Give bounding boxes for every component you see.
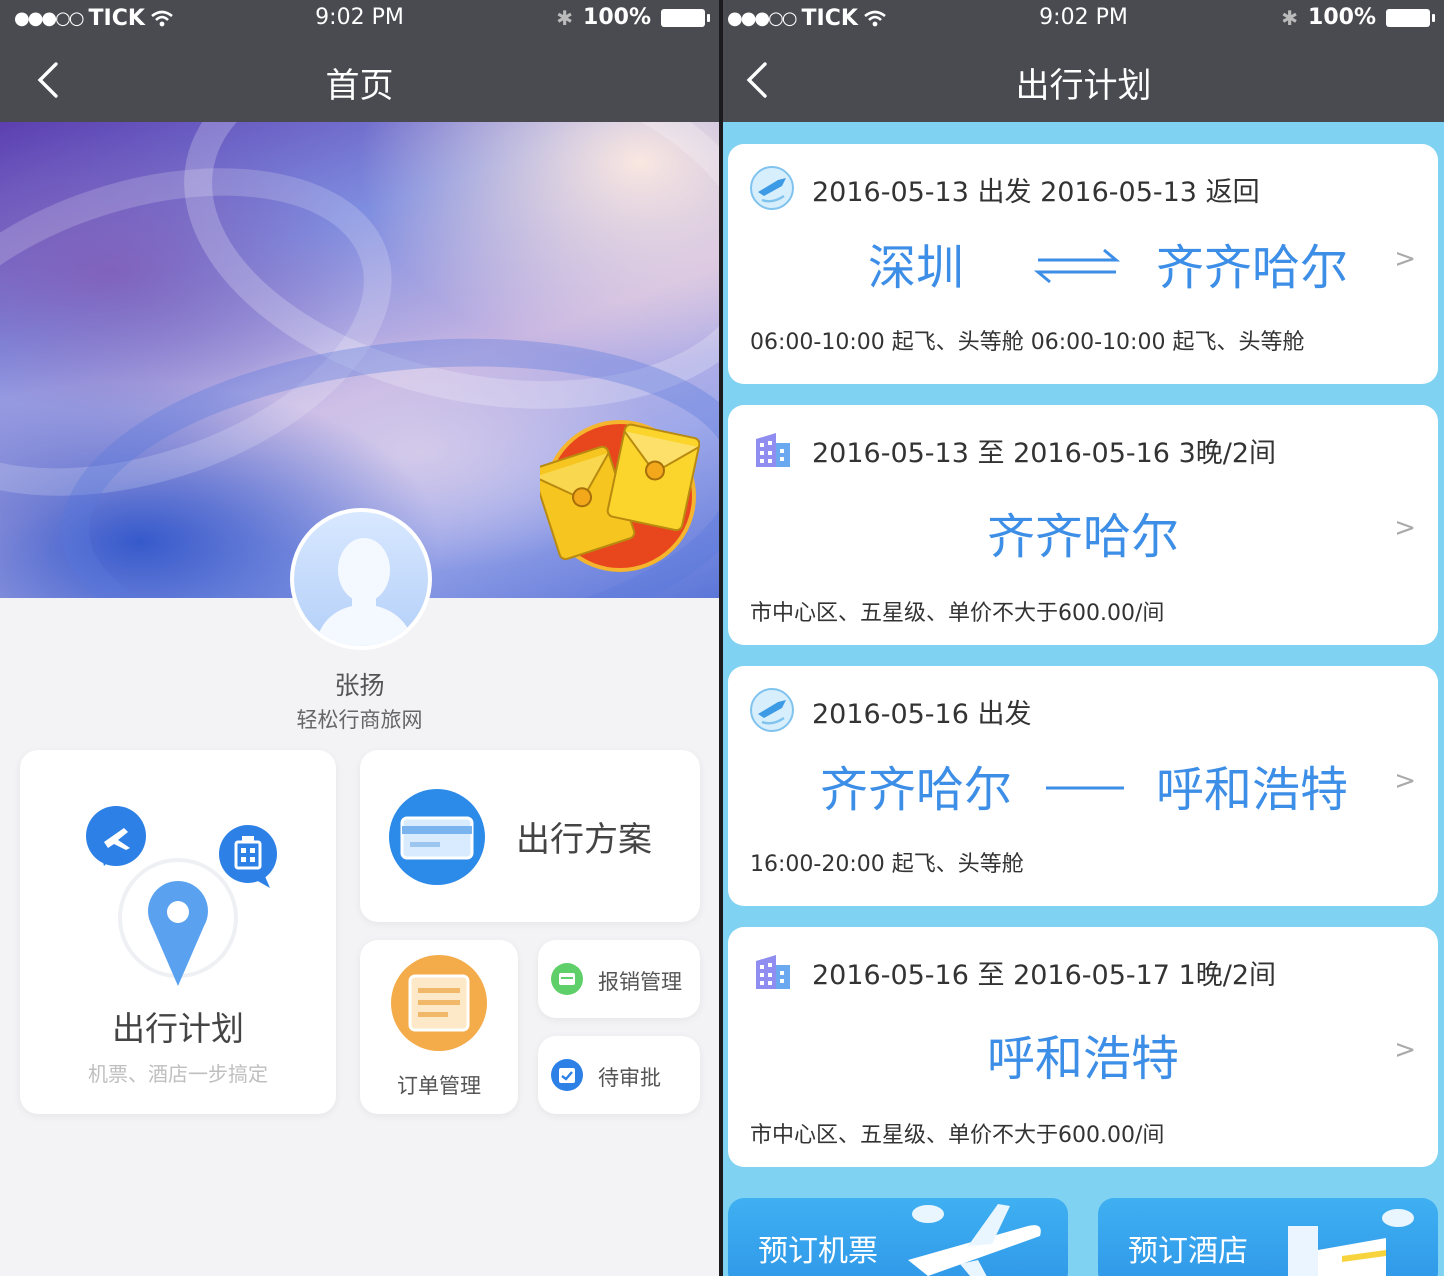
chevron-right-icon: > bbox=[1394, 766, 1416, 796]
airplane-icon bbox=[908, 1204, 1041, 1276]
hotel-icon bbox=[756, 433, 790, 467]
pending-approval-tile[interactable]: 待审批 bbox=[538, 1036, 700, 1114]
expense-management-tile[interactable]: 报销管理 bbox=[538, 940, 700, 1018]
travel-plan-screen: ●●●○○ TICK 9:02 PM ✱ 100% 出行计划 2016-05-1… bbox=[723, 0, 1444, 1276]
orders-icon bbox=[391, 955, 487, 1051]
hotel-requirements: 市中心区、五星级、单价不大于600.00/间 bbox=[750, 1123, 1165, 1148]
chevron-right-icon: > bbox=[1394, 244, 1416, 274]
order-management-label: 订单管理 bbox=[397, 1074, 481, 1098]
battery-icon bbox=[661, 8, 710, 27]
user-company: 轻松行商旅网 bbox=[296, 708, 423, 732]
travel-plan-title: 出行计划 bbox=[112, 1009, 244, 1048]
book-flight-button[interactable]: 预订机票 bbox=[728, 1198, 1068, 1276]
trip-destination: 呼和浩特 bbox=[1156, 762, 1349, 818]
approval-icon bbox=[551, 1059, 583, 1091]
trip-dates: 2016-05-16 出发 bbox=[812, 699, 1032, 730]
plane-icon bbox=[750, 166, 794, 210]
battery-icon bbox=[1386, 8, 1435, 27]
hotel-bubble-icon bbox=[219, 825, 277, 888]
stay-dates: 2016-05-13 至 2016-05-16 3晚/2间 bbox=[812, 438, 1277, 469]
hotel-city: 齐齐哈尔 bbox=[986, 509, 1179, 565]
travel-plan-tile[interactable]: 出行计划 机票、酒店一步搞定 bbox=[20, 750, 336, 1114]
travel-scheme-tile[interactable]: 出行方案 bbox=[360, 750, 700, 922]
status-bar: ●●●○○ TICK 9:02 PM ✱ 100% bbox=[0, 0, 719, 38]
round-trip-arrows-icon bbox=[1034, 248, 1120, 284]
trip-origin: 深圳 bbox=[868, 240, 965, 296]
status-bar: ●●●○○ TICK 9:02 PM ✱ 100% bbox=[723, 0, 1444, 38]
book-hotel-button[interactable]: 预订酒店 bbox=[1098, 1198, 1438, 1276]
plan-illustration bbox=[86, 806, 277, 986]
chevron-right-icon: > bbox=[1394, 513, 1416, 543]
book-flight-label: 预订机票 bbox=[758, 1234, 878, 1269]
travel-scheme-label: 出行方案 bbox=[516, 820, 652, 860]
chevron-right-icon: > bbox=[1394, 1035, 1416, 1065]
plane-bubble-icon bbox=[86, 806, 146, 866]
trip-card-hotel[interactable]: 2016-05-13 至 2016-05-16 3晚/2间 齐齐哈尔 > 市中心… bbox=[728, 405, 1438, 645]
book-hotel-label: 预订酒店 bbox=[1128, 1234, 1248, 1269]
trip-card-hotel[interactable]: 2016-05-16 至 2016-05-17 1晚/2间 呼和浩特 > 市中心… bbox=[728, 927, 1438, 1167]
trip-card-flight[interactable]: 2016-05-16 出发 齐齐哈尔 呼和浩特 > 16:00-20:00 起飞… bbox=[728, 666, 1438, 906]
user-silhouette-icon bbox=[315, 538, 415, 646]
plane-icon bbox=[750, 688, 794, 732]
trip-details: 06:00-10:00 起飞、头等舱 06:00-10:00 起飞、头等舱 bbox=[750, 330, 1305, 355]
trip-card-flight[interactable]: 2016-05-13 出发 2016-05-13 返回 深圳 齐齐哈尔 > 06… bbox=[728, 144, 1438, 384]
card-icon bbox=[389, 789, 485, 885]
battery-percent: 100% bbox=[1308, 5, 1376, 30]
hotel-requirements: 市中心区、五星级、单价不大于600.00/间 bbox=[750, 601, 1165, 626]
expense-management-label: 报销管理 bbox=[598, 970, 682, 994]
avatar[interactable] bbox=[290, 508, 432, 650]
one-way-line-icon bbox=[1046, 786, 1124, 790]
order-management-tile[interactable]: 订单管理 bbox=[360, 940, 518, 1114]
stay-dates: 2016-05-16 至 2016-05-17 1晚/2间 bbox=[812, 960, 1277, 991]
bluetooth-icon: ✱ bbox=[1281, 5, 1299, 30]
battery-percent: 100% bbox=[583, 5, 651, 30]
home-screen: ●●●○○ TICK 9:02 PM ✱ 100% 首页 张扬 轻松行商旅网 出… bbox=[0, 0, 719, 1276]
hotel-city: 呼和浩特 bbox=[986, 1031, 1179, 1087]
red-packet-icon[interactable] bbox=[540, 414, 700, 574]
trip-destination: 齐齐哈尔 bbox=[1156, 240, 1349, 296]
building-icon bbox=[1288, 1209, 1414, 1276]
expense-icon bbox=[551, 963, 583, 995]
travel-plan-subtitle: 机票、酒店一步搞定 bbox=[88, 1062, 268, 1086]
page-title: 出行计划 bbox=[1015, 66, 1152, 106]
page-title: 首页 bbox=[325, 66, 394, 106]
bluetooth-icon: ✱ bbox=[556, 5, 574, 30]
trip-details: 16:00-20:00 起飞、头等舱 bbox=[750, 852, 1024, 877]
trip-dates: 2016-05-13 出发 2016-05-13 返回 bbox=[812, 177, 1260, 208]
hotel-icon bbox=[756, 955, 790, 989]
nav-bar: 首页 bbox=[0, 38, 719, 122]
pending-approval-label: 待审批 bbox=[598, 1066, 661, 1090]
trip-origin: 齐齐哈尔 bbox=[820, 762, 1013, 818]
user-name: 张扬 bbox=[334, 671, 385, 700]
nav-bar: 出行计划 bbox=[723, 38, 1444, 122]
